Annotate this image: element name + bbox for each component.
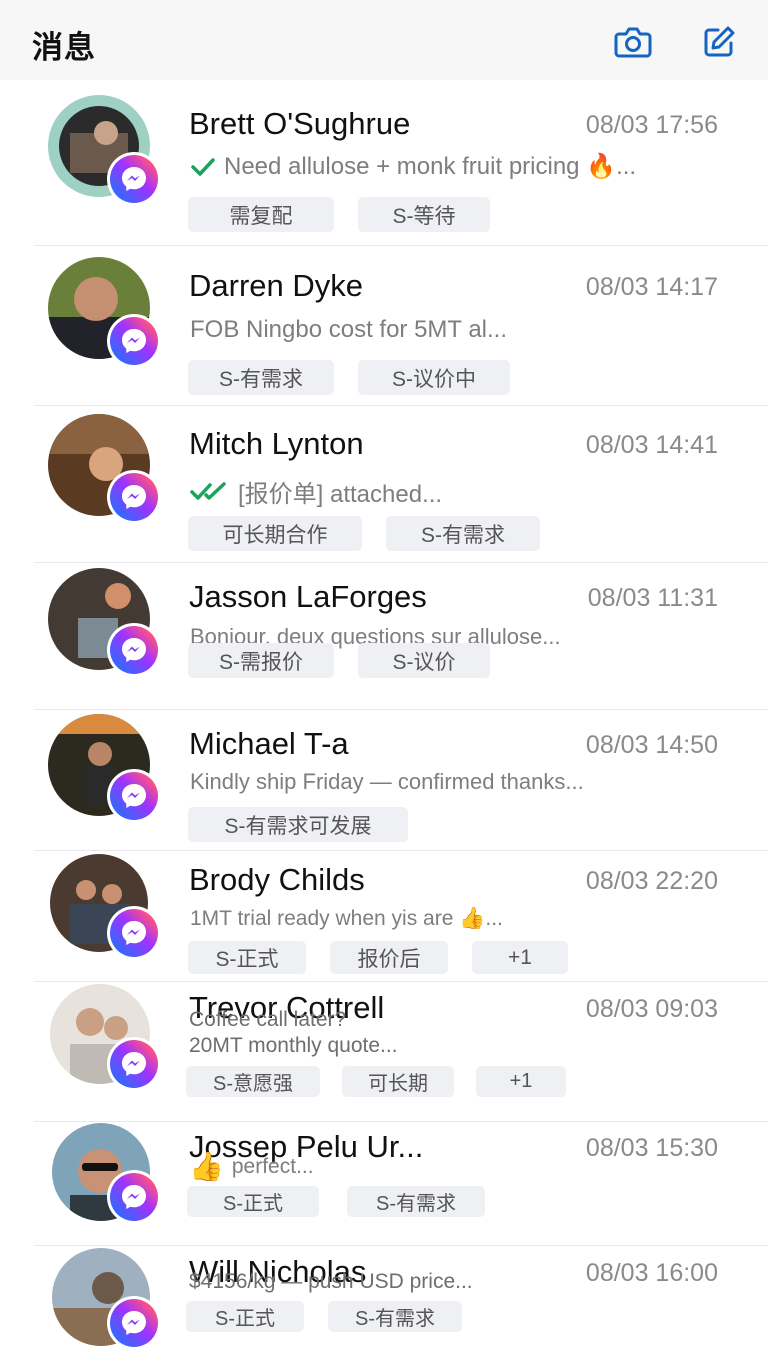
tag-list: 需复配 S-等待 bbox=[188, 197, 490, 232]
contact-name: Mitch Lynton bbox=[189, 426, 364, 461]
tag[interactable]: 可长期合作 bbox=[188, 516, 362, 551]
tag[interactable]: +1 bbox=[476, 1066, 566, 1097]
messenger-icon bbox=[122, 784, 146, 808]
messenger-icon bbox=[122, 167, 146, 191]
tag[interactable]: S-有需求 bbox=[188, 360, 334, 395]
tag[interactable]: +1 bbox=[472, 941, 568, 974]
message-preview: FOB Ningbo cost for 5MT al... bbox=[190, 316, 507, 344]
preview-text: 1MT trial ready when yis are 👍... bbox=[190, 907, 503, 930]
messenger-badge bbox=[107, 470, 161, 524]
contact-name: Michael T-a bbox=[189, 726, 349, 761]
tag[interactable]: S-需报价 bbox=[188, 643, 334, 678]
conversation-row[interactable]: Michael T-a 08/03 14:50 Kindly ship Frid… bbox=[0, 710, 768, 851]
contact-name: Jasson LaForges bbox=[189, 579, 427, 614]
tag[interactable]: 报价后 bbox=[330, 941, 448, 974]
conversation-row[interactable]: Jossep Pelu Ur... 08/03 15:30 👍 perfect.… bbox=[0, 1122, 768, 1246]
timestamp: 08/03 14:41 bbox=[585, 431, 718, 459]
messenger-icon bbox=[122, 1311, 146, 1335]
preview-text: perfect... bbox=[231, 1154, 314, 1178]
messenger-icon bbox=[122, 1052, 146, 1076]
timestamp: 08/03 09:03 bbox=[585, 995, 718, 1023]
tag-list: 可长期合作 S-有需求 bbox=[188, 516, 540, 551]
message-preview: Coffee call later? 20MT monthly quote... bbox=[189, 1007, 398, 1059]
message-preview: $4156/kg — push USD price... bbox=[189, 1270, 473, 1294]
tag-list: S-有需求 S-议价中 bbox=[188, 360, 510, 395]
check-icon bbox=[191, 157, 215, 176]
preview-line: 20MT monthly quote... bbox=[189, 1034, 398, 1057]
compose-icon bbox=[704, 26, 735, 57]
tag[interactable]: 可长期 bbox=[342, 1066, 454, 1097]
messenger-icon bbox=[122, 485, 146, 509]
contact-name: Darren Dyke bbox=[189, 268, 363, 303]
tag-list: S-需报价 S-议价 bbox=[188, 643, 490, 678]
page-title: 消息 bbox=[32, 30, 96, 65]
top-bar: 消息 bbox=[0, 0, 768, 80]
tag-list: S-意愿强 可长期 +1 bbox=[186, 1066, 566, 1097]
messenger-badge bbox=[107, 1037, 161, 1091]
tag[interactable]: 需复配 bbox=[188, 197, 334, 232]
tag[interactable]: S-正式 bbox=[187, 1186, 319, 1217]
tag-list: S-正式 S-有需求 bbox=[187, 1186, 485, 1217]
timestamp: 08/03 16:00 bbox=[585, 1259, 718, 1287]
tag[interactable]: S-议价 bbox=[358, 643, 490, 678]
preview-text: Kindly ship Friday — confirmed thanks... bbox=[190, 769, 584, 794]
conversation-row[interactable]: Trevor Cottrell 08/03 09:03 Coffee call … bbox=[0, 982, 768, 1122]
camera-button[interactable] bbox=[611, 20, 655, 64]
preview-line: Coffee call later? bbox=[189, 1008, 347, 1031]
message-preview: Kindly ship Friday — confirmed thanks... bbox=[190, 769, 584, 795]
preview-text: [报价单] attached... bbox=[238, 481, 443, 508]
timestamp: 08/03 14:50 bbox=[585, 731, 718, 759]
conversation-row[interactable]: Brody Childs 08/03 22:20 1MT trial ready… bbox=[0, 851, 768, 982]
message-preview: [报价单] attached... bbox=[190, 474, 442, 509]
tag[interactable]: S-有需求 bbox=[386, 516, 540, 551]
tag[interactable]: S-议价中 bbox=[358, 360, 510, 395]
double-check-icon bbox=[190, 481, 226, 500]
tag-list: S-正式 S-有需求 bbox=[186, 1301, 462, 1332]
tag[interactable]: S-正式 bbox=[186, 1301, 304, 1332]
message-preview: 1MT trial ready when yis are 👍... bbox=[190, 907, 503, 931]
conversation-row[interactable]: Jasson LaForges 08/03 11:31 Bonjour, deu… bbox=[0, 563, 768, 710]
conversation-row[interactable]: Brett O'Sughrue 08/03 17:56 Need allulos… bbox=[0, 80, 768, 246]
camera-icon bbox=[614, 27, 652, 58]
tag[interactable]: S-正式 bbox=[188, 941, 306, 974]
timestamp: 08/03 22:20 bbox=[585, 867, 718, 895]
message-preview: Need allulose + monk fruit pricing 🔥... bbox=[190, 152, 636, 181]
tag[interactable]: S-等待 bbox=[358, 197, 490, 232]
tag-list: S-正式 报价后 +1 bbox=[188, 941, 568, 974]
messenger-badge bbox=[107, 906, 161, 960]
conversation-row[interactable]: Darren Dyke 08/03 14:17 FOB Ningbo cost … bbox=[0, 246, 768, 406]
thumbs-up-icon: 👍 bbox=[189, 1151, 224, 1182]
messenger-badge bbox=[107, 1296, 161, 1350]
contact-name: Brody Childs bbox=[189, 862, 365, 897]
tag[interactable]: S-有需求可发展 bbox=[188, 807, 408, 842]
conversation-row[interactable]: Will Nicholas 08/03 16:00 $4156/kg — pus… bbox=[0, 1246, 768, 1360]
contact-name: Brett O'Sughrue bbox=[189, 106, 411, 141]
conversation-row[interactable]: Mitch Lynton 08/03 14:41 [报价单] attached.… bbox=[0, 406, 768, 563]
timestamp: 08/03 11:31 bbox=[587, 584, 718, 612]
timestamp: 08/03 15:30 bbox=[585, 1134, 718, 1162]
tag[interactable]: S-有需求 bbox=[347, 1186, 485, 1217]
messenger-icon bbox=[122, 638, 146, 662]
messenger-badge bbox=[107, 314, 161, 368]
tag[interactable]: S-意愿强 bbox=[186, 1066, 320, 1097]
tag[interactable]: S-有需求 bbox=[328, 1301, 462, 1332]
timestamp: 08/03 14:17 bbox=[585, 273, 718, 301]
compose-button[interactable] bbox=[697, 20, 741, 64]
messenger-icon bbox=[122, 329, 146, 353]
messenger-badge bbox=[107, 769, 161, 823]
preview-text: FOB Ningbo cost for 5MT al... bbox=[190, 316, 508, 343]
timestamp: 08/03 17:56 bbox=[585, 111, 718, 139]
messenger-icon bbox=[122, 921, 146, 945]
messenger-icon bbox=[122, 1185, 146, 1209]
messenger-badge bbox=[107, 152, 161, 206]
tag-list: S-有需求可发展 bbox=[188, 807, 408, 842]
preview-text: $4156/kg — push USD price... bbox=[189, 1270, 473, 1293]
preview-text: Need allulose + monk fruit pricing 🔥... bbox=[224, 153, 637, 180]
messenger-badge bbox=[107, 1170, 161, 1224]
messenger-badge bbox=[107, 623, 161, 677]
message-preview: 👍 perfect... bbox=[189, 1150, 314, 1183]
